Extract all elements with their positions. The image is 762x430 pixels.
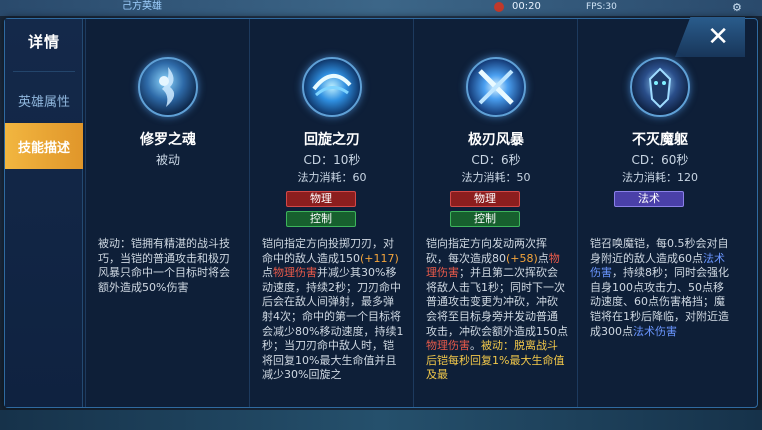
skill-description-segment: 被动：铠拥有精湛的战斗技巧，当铠的普通攻击和极刃风暴只命中一个目标时将会额外造成… [98,237,230,294]
skill-mana-cost: 法力消耗：60 [297,171,367,184]
skill-description: 铠向指定方向发动两次挥砍，每次造成80(+58)点物理伤害；并且第二次挥砍会将敌… [426,237,568,397]
hud-time: 00:20 [512,1,541,12]
skill-card-2: 极刃风暴 CD：6秒 法力消耗：50 物理 控制 铠向指定方向发动两次挥砍，每次… [413,19,577,407]
skill-cd: CD：10秒 [303,153,361,167]
blade-storm-icon-art [478,69,514,105]
tab-hero-attributes-label: 英雄属性 [17,94,70,110]
skill-card-1: 回旋之刃 CD：10秒 法力消耗：60 物理 控制 铠向指定方向投掷刀刃，对命中… [249,19,413,407]
shura-soul-icon-art [159,67,175,107]
skill-name: 不灭魔躯 [632,132,688,148]
skill-mana-cost: 法力消耗：120 [622,171,698,184]
hud-team-label: 己方英雄 [122,1,162,12]
skill-description-segment: 点 [262,266,273,280]
tag-magic: 法术 [614,191,684,207]
hud-status-dot [494,2,504,12]
skill-card-3: 不灭魔躯 CD：60秒 法力消耗：120 法术 铠召唤魔铠，每0.5秒会对自身附… [577,19,757,407]
skill-description: 铠向指定方向投掷刀刃，对命中的敌人造成150(+117)点物理伤害并减少其30%… [262,237,404,397]
skill-description-segment: 物理伤害 [273,266,317,280]
spinning-blade-icon-art [312,74,352,97]
skill-description-segment: (+117) [360,251,399,265]
demon-armor-icon[interactable] [630,57,690,117]
skill-description-segment: 点 [537,251,549,265]
bottom-hud-strip [0,410,762,430]
skill-name: 极刃风暴 [468,132,524,148]
skill-description-segment: 并减少其30%移动速度，持续2秒；刀刃命中后会在敌人间弹射，最多弹射4次；命中的… [262,266,404,382]
skill-description-segment: (+58) [506,251,538,265]
skill-description-segment: 。 [470,339,481,353]
skill-cd: CD：6秒 [471,153,521,167]
skill-description-segment: 法术伤害 [633,324,677,338]
tab-skill-description[interactable]: 技能描述 [5,123,83,169]
tag-physical: 物理 [450,191,520,207]
tag-physical: 物理 [286,191,356,207]
tab-hero-attributes[interactable]: 英雄属性 [5,77,83,123]
spinning-blade-icon[interactable] [302,57,362,117]
skill-description: 铠召唤魔铠，每0.5秒会对自身附近的敌人造成60点法术伤害，持续8秒；同时会强化… [590,237,732,397]
skill-mana-cost: 法力消耗：50 [461,171,531,184]
hero-detail-panel: ✕ 详情 英雄属性 技能描述 修罗之魂 被动 被动：铠拥有精湛的战斗技巧，当铠的… [4,17,758,408]
hud-bar: 己方英雄 00:20 FPS:30 ⚙ [0,0,762,16]
hud-fps: FPS:30 [586,2,617,12]
skill-card-passive: 修罗之魂 被动 被动：铠拥有精湛的战斗技巧，当铠的普通攻击和极刃风暴只命中一个目… [85,19,249,407]
skill-description-segment: 物理伤害 [426,339,470,353]
skill-type: 被动 [155,153,180,167]
settings-gear-icon[interactable]: ⚙ [732,2,746,14]
tab-skill-description-label: 技能描述 [17,140,70,156]
shura-soul-icon[interactable] [138,57,198,117]
demon-armor-icon-art [648,67,672,109]
skill-name: 回旋之刃 [304,132,360,148]
sidebar-title: 详情 [27,33,60,51]
skill-description: 被动：铠拥有精湛的战斗技巧，当铠的普通攻击和极刃风暴只命中一个目标时将会额外造成… [98,237,240,397]
tag-control: 控制 [450,211,520,227]
detail-sidebar: 详情 英雄属性 技能描述 [5,19,83,407]
skill-cd: CD：60秒 [631,153,689,167]
sidebar-divider [13,71,75,72]
skill-name: 修罗之魂 [140,132,196,148]
blade-storm-icon[interactable] [466,57,526,117]
tag-control: 控制 [286,211,356,227]
